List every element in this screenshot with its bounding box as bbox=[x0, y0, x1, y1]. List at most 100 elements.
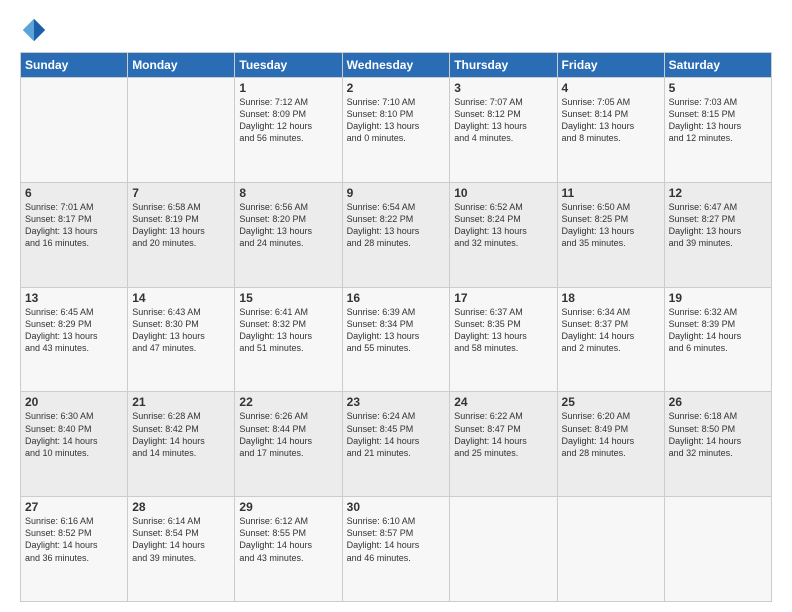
day-info: Sunrise: 6:22 AM Sunset: 8:47 PM Dayligh… bbox=[454, 410, 552, 459]
day-info: Sunrise: 7:03 AM Sunset: 8:15 PM Dayligh… bbox=[669, 96, 767, 145]
day-number: 8 bbox=[239, 186, 337, 200]
empty-cell bbox=[128, 78, 235, 183]
day-info: Sunrise: 6:10 AM Sunset: 8:57 PM Dayligh… bbox=[347, 515, 446, 564]
weekday-header-tuesday: Tuesday bbox=[235, 53, 342, 78]
day-info: Sunrise: 6:20 AM Sunset: 8:49 PM Dayligh… bbox=[562, 410, 660, 459]
day-cell-29: 29Sunrise: 6:12 AM Sunset: 8:55 PM Dayli… bbox=[235, 497, 342, 602]
week-row-4: 20Sunrise: 6:30 AM Sunset: 8:40 PM Dayli… bbox=[21, 392, 772, 497]
weekday-header-monday: Monday bbox=[128, 53, 235, 78]
day-info: Sunrise: 7:12 AM Sunset: 8:09 PM Dayligh… bbox=[239, 96, 337, 145]
day-number: 3 bbox=[454, 81, 552, 95]
day-cell-8: 8Sunrise: 6:56 AM Sunset: 8:20 PM Daylig… bbox=[235, 182, 342, 287]
day-cell-18: 18Sunrise: 6:34 AM Sunset: 8:37 PM Dayli… bbox=[557, 287, 664, 392]
day-cell-25: 25Sunrise: 6:20 AM Sunset: 8:49 PM Dayli… bbox=[557, 392, 664, 497]
week-row-2: 6Sunrise: 7:01 AM Sunset: 8:17 PM Daylig… bbox=[21, 182, 772, 287]
day-cell-23: 23Sunrise: 6:24 AM Sunset: 8:45 PM Dayli… bbox=[342, 392, 450, 497]
day-number: 26 bbox=[669, 395, 767, 409]
day-number: 29 bbox=[239, 500, 337, 514]
calendar-table: SundayMondayTuesdayWednesdayThursdayFrid… bbox=[20, 52, 772, 602]
day-number: 24 bbox=[454, 395, 552, 409]
day-number: 21 bbox=[132, 395, 230, 409]
day-number: 25 bbox=[562, 395, 660, 409]
day-info: Sunrise: 7:01 AM Sunset: 8:17 PM Dayligh… bbox=[25, 201, 123, 250]
day-info: Sunrise: 6:58 AM Sunset: 8:19 PM Dayligh… bbox=[132, 201, 230, 250]
day-cell-6: 6Sunrise: 7:01 AM Sunset: 8:17 PM Daylig… bbox=[21, 182, 128, 287]
weekday-header-saturday: Saturday bbox=[664, 53, 771, 78]
weekday-header-row: SundayMondayTuesdayWednesdayThursdayFrid… bbox=[21, 53, 772, 78]
day-info: Sunrise: 6:24 AM Sunset: 8:45 PM Dayligh… bbox=[347, 410, 446, 459]
day-number: 11 bbox=[562, 186, 660, 200]
header bbox=[20, 16, 772, 44]
day-cell-30: 30Sunrise: 6:10 AM Sunset: 8:57 PM Dayli… bbox=[342, 497, 450, 602]
day-cell-12: 12Sunrise: 6:47 AM Sunset: 8:27 PM Dayli… bbox=[664, 182, 771, 287]
day-number: 19 bbox=[669, 291, 767, 305]
day-cell-17: 17Sunrise: 6:37 AM Sunset: 8:35 PM Dayli… bbox=[450, 287, 557, 392]
day-number: 13 bbox=[25, 291, 123, 305]
day-cell-26: 26Sunrise: 6:18 AM Sunset: 8:50 PM Dayli… bbox=[664, 392, 771, 497]
day-info: Sunrise: 6:43 AM Sunset: 8:30 PM Dayligh… bbox=[132, 306, 230, 355]
day-number: 23 bbox=[347, 395, 446, 409]
day-cell-14: 14Sunrise: 6:43 AM Sunset: 8:30 PM Dayli… bbox=[128, 287, 235, 392]
day-cell-7: 7Sunrise: 6:58 AM Sunset: 8:19 PM Daylig… bbox=[128, 182, 235, 287]
day-number: 18 bbox=[562, 291, 660, 305]
day-cell-16: 16Sunrise: 6:39 AM Sunset: 8:34 PM Dayli… bbox=[342, 287, 450, 392]
day-info: Sunrise: 6:41 AM Sunset: 8:32 PM Dayligh… bbox=[239, 306, 337, 355]
day-number: 6 bbox=[25, 186, 123, 200]
day-cell-28: 28Sunrise: 6:14 AM Sunset: 8:54 PM Dayli… bbox=[128, 497, 235, 602]
day-info: Sunrise: 6:26 AM Sunset: 8:44 PM Dayligh… bbox=[239, 410, 337, 459]
day-number: 7 bbox=[132, 186, 230, 200]
empty-cell bbox=[557, 497, 664, 602]
day-info: Sunrise: 6:12 AM Sunset: 8:55 PM Dayligh… bbox=[239, 515, 337, 564]
weekday-header-thursday: Thursday bbox=[450, 53, 557, 78]
logo bbox=[20, 16, 52, 44]
day-number: 17 bbox=[454, 291, 552, 305]
day-number: 12 bbox=[669, 186, 767, 200]
day-info: Sunrise: 7:07 AM Sunset: 8:12 PM Dayligh… bbox=[454, 96, 552, 145]
day-cell-24: 24Sunrise: 6:22 AM Sunset: 8:47 PM Dayli… bbox=[450, 392, 557, 497]
day-info: Sunrise: 7:10 AM Sunset: 8:10 PM Dayligh… bbox=[347, 96, 446, 145]
day-number: 10 bbox=[454, 186, 552, 200]
day-cell-22: 22Sunrise: 6:26 AM Sunset: 8:44 PM Dayli… bbox=[235, 392, 342, 497]
day-info: Sunrise: 6:18 AM Sunset: 8:50 PM Dayligh… bbox=[669, 410, 767, 459]
day-info: Sunrise: 6:45 AM Sunset: 8:29 PM Dayligh… bbox=[25, 306, 123, 355]
logo-icon bbox=[20, 16, 48, 44]
week-row-3: 13Sunrise: 6:45 AM Sunset: 8:29 PM Dayli… bbox=[21, 287, 772, 392]
day-info: Sunrise: 6:14 AM Sunset: 8:54 PM Dayligh… bbox=[132, 515, 230, 564]
day-cell-11: 11Sunrise: 6:50 AM Sunset: 8:25 PM Dayli… bbox=[557, 182, 664, 287]
page: SundayMondayTuesdayWednesdayThursdayFrid… bbox=[0, 0, 792, 612]
day-number: 28 bbox=[132, 500, 230, 514]
day-info: Sunrise: 6:28 AM Sunset: 8:42 PM Dayligh… bbox=[132, 410, 230, 459]
day-cell-27: 27Sunrise: 6:16 AM Sunset: 8:52 PM Dayli… bbox=[21, 497, 128, 602]
day-cell-19: 19Sunrise: 6:32 AM Sunset: 8:39 PM Dayli… bbox=[664, 287, 771, 392]
day-cell-4: 4Sunrise: 7:05 AM Sunset: 8:14 PM Daylig… bbox=[557, 78, 664, 183]
day-number: 9 bbox=[347, 186, 446, 200]
weekday-header-wednesday: Wednesday bbox=[342, 53, 450, 78]
day-cell-5: 5Sunrise: 7:03 AM Sunset: 8:15 PM Daylig… bbox=[664, 78, 771, 183]
day-cell-10: 10Sunrise: 6:52 AM Sunset: 8:24 PM Dayli… bbox=[450, 182, 557, 287]
day-cell-3: 3Sunrise: 7:07 AM Sunset: 8:12 PM Daylig… bbox=[450, 78, 557, 183]
week-row-5: 27Sunrise: 6:16 AM Sunset: 8:52 PM Dayli… bbox=[21, 497, 772, 602]
day-cell-21: 21Sunrise: 6:28 AM Sunset: 8:42 PM Dayli… bbox=[128, 392, 235, 497]
day-cell-13: 13Sunrise: 6:45 AM Sunset: 8:29 PM Dayli… bbox=[21, 287, 128, 392]
day-number: 22 bbox=[239, 395, 337, 409]
weekday-header-sunday: Sunday bbox=[21, 53, 128, 78]
day-cell-15: 15Sunrise: 6:41 AM Sunset: 8:32 PM Dayli… bbox=[235, 287, 342, 392]
empty-cell bbox=[450, 497, 557, 602]
day-cell-9: 9Sunrise: 6:54 AM Sunset: 8:22 PM Daylig… bbox=[342, 182, 450, 287]
day-info: Sunrise: 6:37 AM Sunset: 8:35 PM Dayligh… bbox=[454, 306, 552, 355]
day-number: 5 bbox=[669, 81, 767, 95]
empty-cell bbox=[664, 497, 771, 602]
day-number: 30 bbox=[347, 500, 446, 514]
day-cell-2: 2Sunrise: 7:10 AM Sunset: 8:10 PM Daylig… bbox=[342, 78, 450, 183]
day-number: 27 bbox=[25, 500, 123, 514]
empty-cell bbox=[21, 78, 128, 183]
day-info: Sunrise: 6:50 AM Sunset: 8:25 PM Dayligh… bbox=[562, 201, 660, 250]
day-number: 20 bbox=[25, 395, 123, 409]
day-info: Sunrise: 6:54 AM Sunset: 8:22 PM Dayligh… bbox=[347, 201, 446, 250]
day-number: 1 bbox=[239, 81, 337, 95]
day-number: 15 bbox=[239, 291, 337, 305]
day-info: Sunrise: 6:47 AM Sunset: 8:27 PM Dayligh… bbox=[669, 201, 767, 250]
day-number: 4 bbox=[562, 81, 660, 95]
day-info: Sunrise: 6:39 AM Sunset: 8:34 PM Dayligh… bbox=[347, 306, 446, 355]
day-number: 2 bbox=[347, 81, 446, 95]
